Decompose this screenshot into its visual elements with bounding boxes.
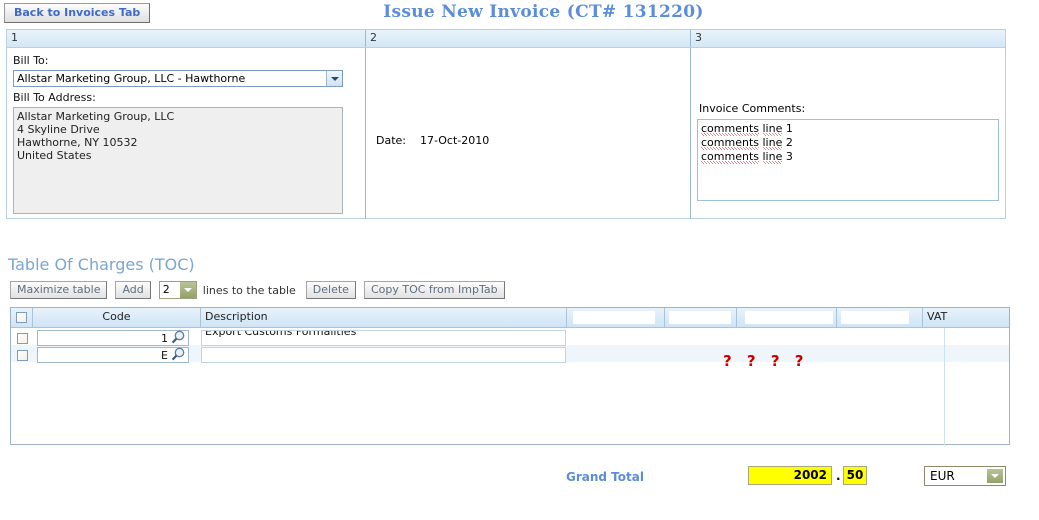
- comment-word-1: comments: [701, 150, 759, 164]
- redaction-box: [669, 311, 731, 324]
- question-marks-annotation: ? ? ? ?: [723, 352, 809, 370]
- grid-header-code: Code: [33, 308, 201, 327]
- redaction-box: [841, 311, 909, 324]
- bill-to-label: Bill To:: [13, 54, 49, 67]
- description-value: Export Customs Formalities: [205, 329, 357, 338]
- grid-header-column-6: [737, 308, 837, 327]
- grand-total-integer-input[interactable]: 2002: [748, 466, 832, 485]
- bill-to-value: Allstar Marketing Group, LLC - Hawthorne: [17, 72, 246, 85]
- code-value: E: [161, 348, 168, 362]
- search-icon[interactable]: [170, 330, 188, 346]
- invoice-date: Date: 17-Oct-2010: [376, 134, 490, 147]
- chevron-down-icon[interactable]: [326, 71, 342, 86]
- invoice-header-panel: 1 2 3 Bill To: Allstar Marketing Group, …: [6, 29, 1006, 219]
- description-input[interactable]: .: [201, 346, 566, 363]
- page-title: Issue New Invoice (CT# 131220): [383, 2, 704, 22]
- code-value: 1: [161, 331, 168, 345]
- toc-toolbar: Maximize table Add 2 lines to the table …: [10, 280, 513, 300]
- panel-column-2: Date: 17-Oct-2010: [366, 48, 691, 219]
- grand-total-row: Grand Total 2002 . 50 EUR: [0, 466, 1039, 490]
- lines-count-value: 2: [162, 283, 170, 296]
- charges-grid: Code Description VAT 1 Export Customs Fo…: [10, 307, 1010, 445]
- row-select-cell: [11, 348, 33, 361]
- bill-to-address-textarea[interactable]: Allstar Marketing Group, LLC 4 Skyline D…: [13, 107, 343, 214]
- grid-header-select-all: [11, 308, 33, 327]
- charges-grid-body: 1 Export Customs Formalities E . ? ? ? ?: [11, 328, 1009, 445]
- table-row[interactable]: E .: [11, 345, 1009, 363]
- delete-button[interactable]: Delete: [305, 281, 356, 299]
- select-all-checkbox[interactable]: [16, 312, 27, 323]
- currency-value: EUR: [930, 469, 955, 483]
- comment-word-2: line: [762, 122, 783, 136]
- row-checkbox[interactable]: [16, 349, 28, 361]
- comment-word-2: line: [762, 136, 783, 150]
- panel-column-header-3: 3: [695, 31, 702, 44]
- chevron-down-icon[interactable]: [987, 469, 1003, 483]
- maximize-table-button[interactable]: Maximize table: [10, 281, 108, 299]
- grid-header-column-5: [665, 308, 737, 327]
- top-bar: Back to Invoices Tab Issue New Invoice (…: [0, 0, 1039, 27]
- panel-column-1: Bill To: Allstar Marketing Group, LLC - …: [7, 48, 366, 219]
- comment-word-1: comments: [701, 136, 759, 150]
- search-icon[interactable]: [170, 347, 188, 363]
- add-lines-button[interactable]: Add: [115, 281, 151, 299]
- code-input[interactable]: E: [37, 346, 189, 363]
- row-checkbox[interactable]: [16, 332, 28, 344]
- redaction-box: [573, 311, 655, 324]
- grand-total-decimal-input[interactable]: 50: [843, 466, 867, 485]
- comment-line: comments line 3: [701, 150, 793, 164]
- panel-column-header-row: 1 2 3: [7, 30, 1005, 48]
- comment-word-2: line: [762, 150, 783, 164]
- charges-grid-header-row: Code Description VAT: [11, 308, 1009, 328]
- lines-to-the-table-label: lines to the table: [202, 283, 296, 297]
- panel-column-header-2: 2: [366, 30, 691, 47]
- comment-word-1: comments: [701, 122, 759, 136]
- panel-body: Bill To: Allstar Marketing Group, LLC - …: [7, 48, 1005, 219]
- invoice-comments-label: Invoice Comments:: [699, 102, 806, 115]
- chevron-down-icon[interactable]: [179, 282, 196, 298]
- invoice-comments-textarea[interactable]: comments line 1 comments line 2 comments…: [697, 119, 999, 201]
- redaction-box: [745, 311, 833, 324]
- panel-column-header-1: 1: [7, 30, 366, 47]
- bill-to-address-label: Bill To Address:: [13, 91, 96, 104]
- bill-to-select[interactable]: Allstar Marketing Group, LLC - Hawthorne: [13, 70, 343, 87]
- comment-line: comments line 2: [701, 136, 793, 150]
- comment-line: comments line 1: [701, 122, 793, 136]
- description-value: .: [362, 354, 366, 363]
- copy-toc-from-imptab-button[interactable]: Copy TOC from ImpTab: [363, 281, 505, 299]
- lines-count-select[interactable]: 2: [158, 281, 197, 299]
- grid-header-description: Description: [201, 308, 567, 327]
- grand-total-separator: .: [836, 469, 841, 483]
- grid-header-column-4: [567, 308, 665, 327]
- description-input[interactable]: Export Customs Formalities: [201, 329, 566, 346]
- vat-column-divider: [944, 328, 945, 445]
- panel-column-3: Invoice Comments: comments line 1 commen…: [691, 48, 1005, 219]
- table-row[interactable]: 1 Export Customs Formalities: [11, 328, 1009, 346]
- table-of-charges-heading: Table Of Charges (TOC): [8, 255, 195, 274]
- currency-select[interactable]: EUR: [924, 466, 1006, 486]
- grid-header-vat: VAT: [927, 310, 948, 323]
- grid-header-column-7: [837, 308, 923, 327]
- code-input[interactable]: 1: [37, 329, 189, 346]
- grand-total-label: Grand Total: [566, 470, 644, 484]
- row-select-cell: [11, 331, 33, 344]
